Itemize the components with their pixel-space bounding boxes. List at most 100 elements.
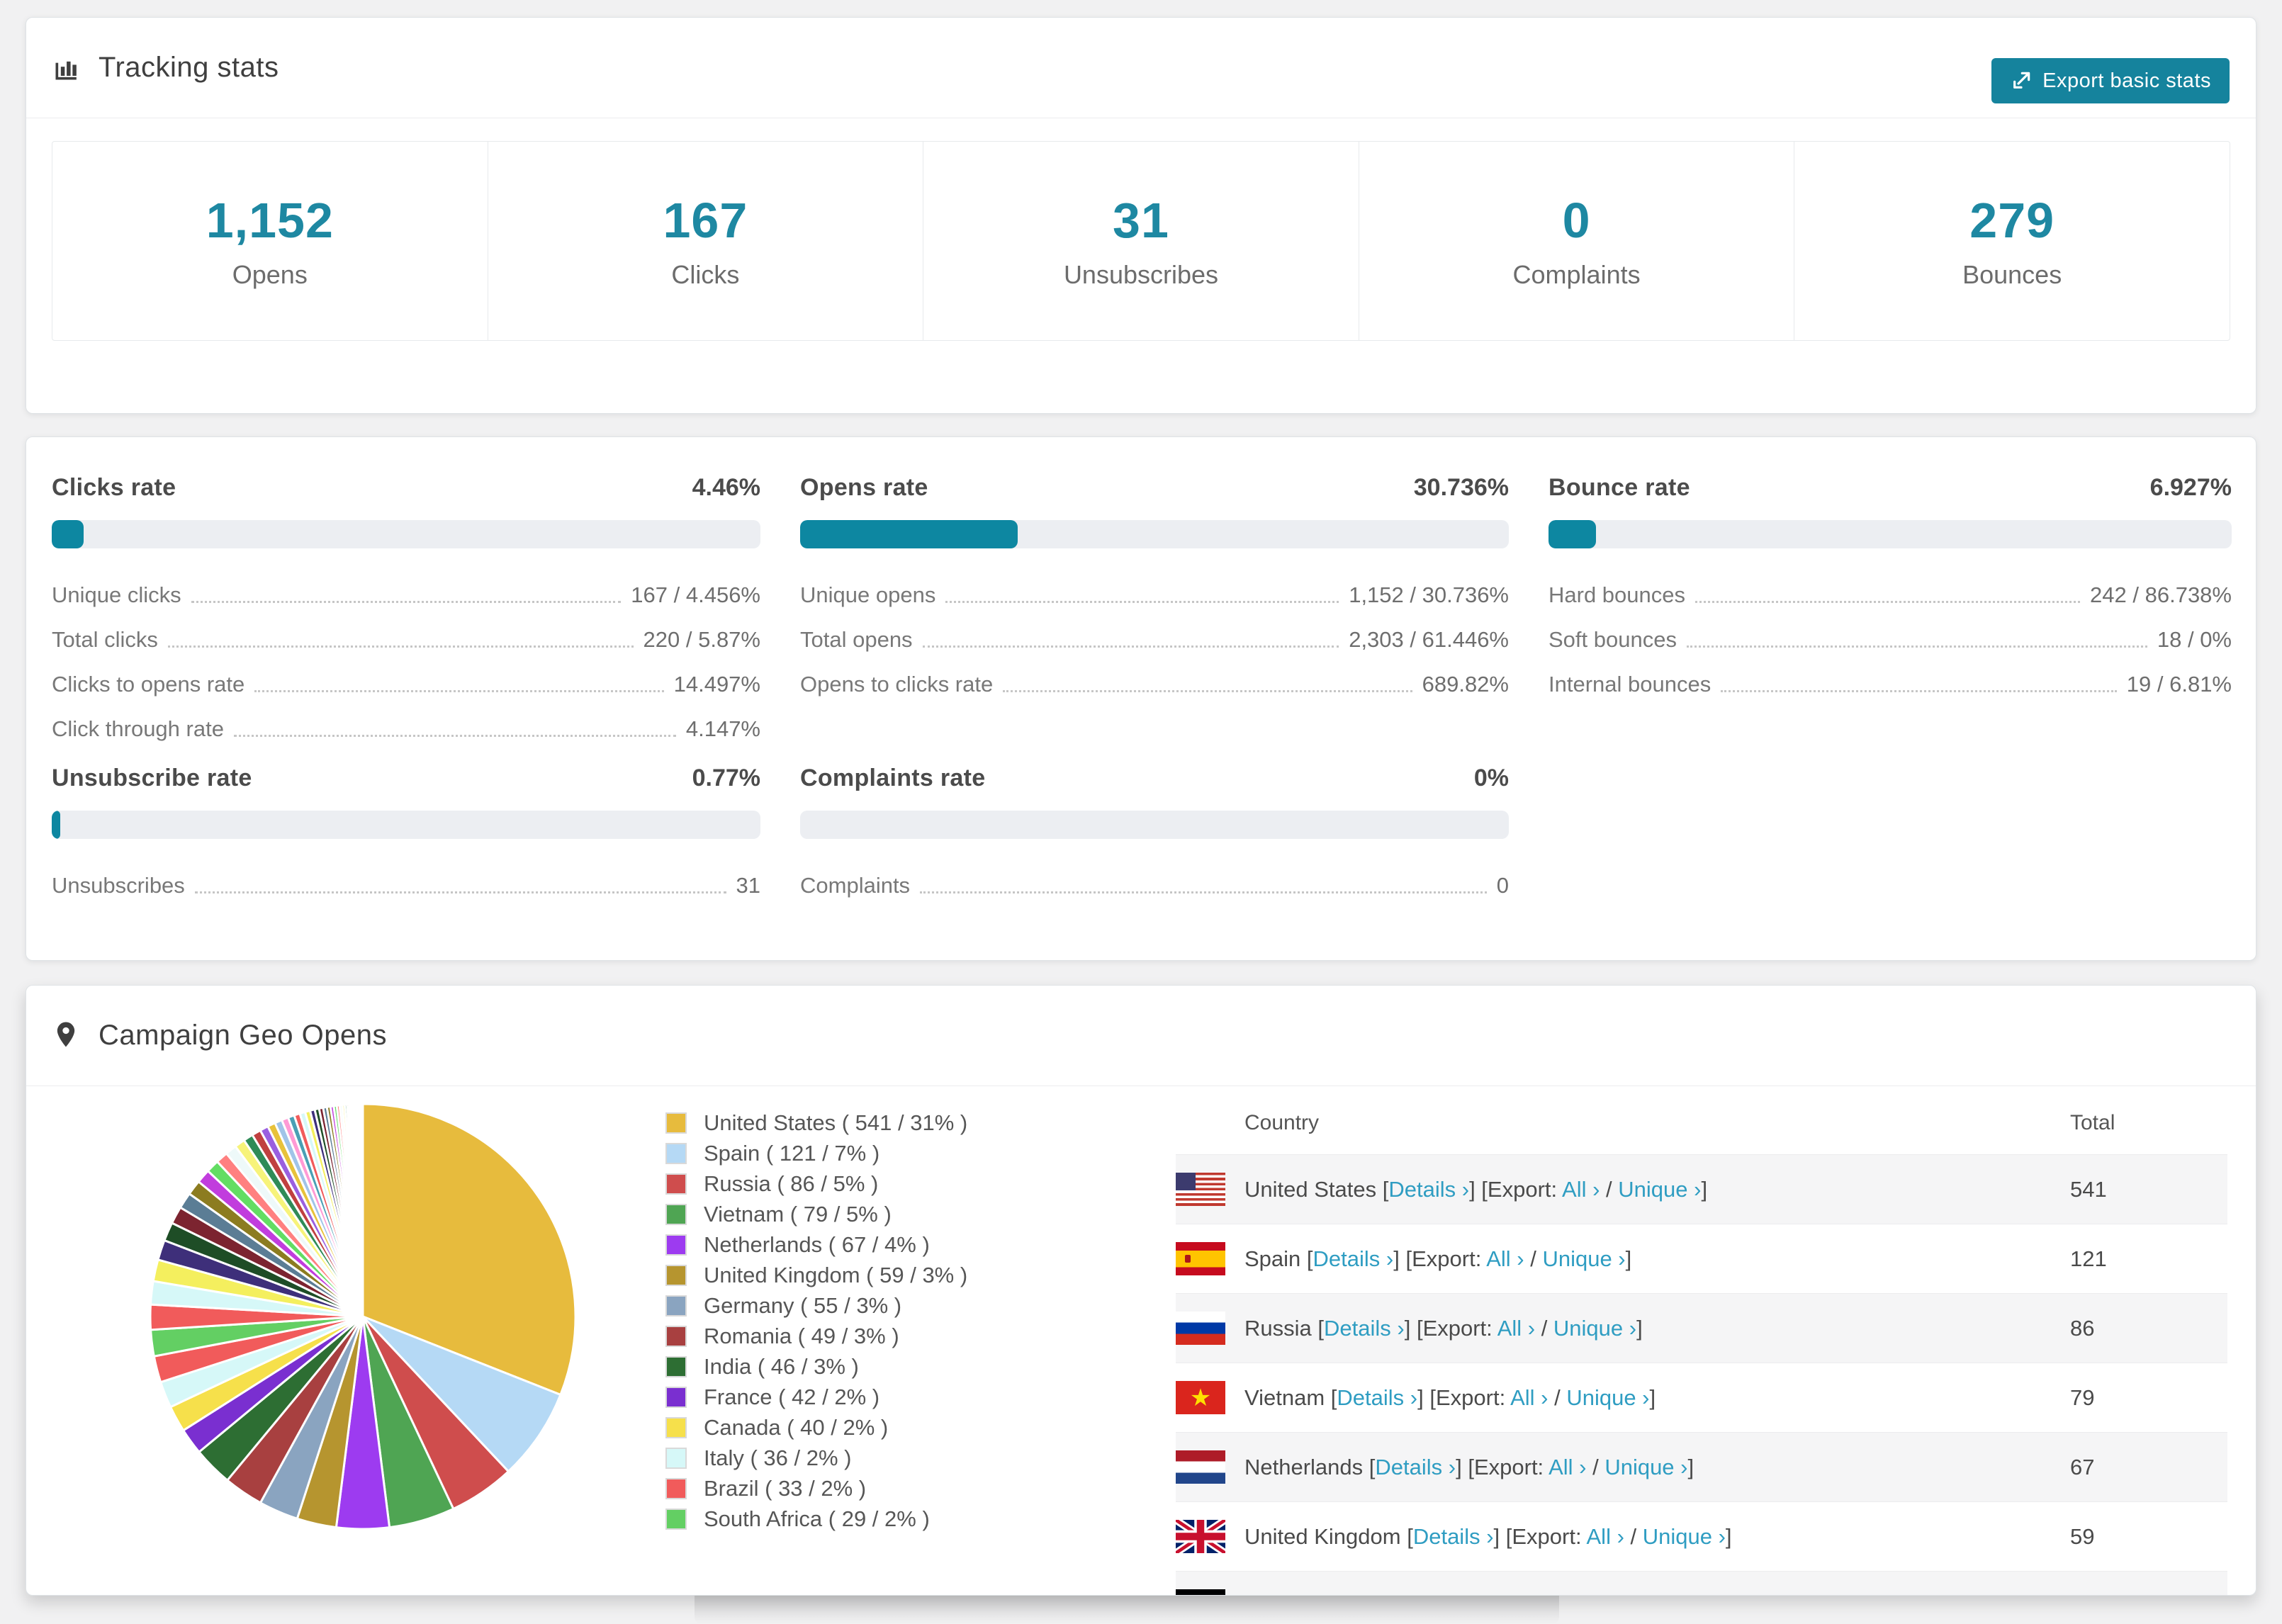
export-unique-link[interactable]: Unique › bbox=[1643, 1524, 1726, 1549]
metric-value: 4.147% bbox=[685, 716, 760, 741]
summary-stats-row: 1,152 Opens 167 Clicks 31 Unsubscribes 0… bbox=[52, 141, 2230, 341]
details-link[interactable]: Details › bbox=[1375, 1455, 1456, 1479]
metric-value: 19 / 6.81% bbox=[2126, 672, 2232, 697]
metric-value: 0 bbox=[1496, 873, 1509, 898]
export-all-link[interactable]: All › bbox=[1510, 1385, 1548, 1410]
table-row bbox=[1176, 1571, 2227, 1595]
rate-panel: Bounce rate 6.927% Hard bounces 242 / 86… bbox=[1548, 474, 2232, 716]
metric-value: 167 / 4.456% bbox=[631, 582, 760, 607]
details-link[interactable]: Details › bbox=[1324, 1316, 1405, 1341]
export-unique-link[interactable]: Unique › bbox=[1553, 1316, 1636, 1341]
export-unique-link[interactable]: Unique › bbox=[1542, 1246, 1625, 1271]
rate-metric-rows: Unique opens 1,152 / 30.736% Total opens… bbox=[800, 582, 1509, 697]
export-all-link[interactable]: All › bbox=[1562, 1177, 1600, 1202]
legend-label: Netherlands ( 67 / 4% ) bbox=[704, 1231, 930, 1257]
legend-item: Romania ( 49 / 3% ) bbox=[665, 1321, 967, 1351]
legend-swatch bbox=[665, 1386, 687, 1408]
dotted-leader bbox=[167, 645, 634, 648]
metric-row: Unique opens 1,152 / 30.736% bbox=[800, 582, 1509, 608]
progress-bar bbox=[1548, 520, 2232, 548]
page-title: Tracking stats bbox=[99, 52, 279, 83]
export-unique-link[interactable]: Unique › bbox=[1566, 1385, 1649, 1410]
export-prefix: [Export: bbox=[1405, 1246, 1487, 1271]
dotted-leader bbox=[922, 645, 1339, 648]
rate-value: 0% bbox=[1473, 765, 1509, 791]
metric-row: Opens to clicks rate 689.82% bbox=[800, 672, 1509, 697]
map-pin-icon bbox=[52, 1020, 83, 1051]
export-all-link[interactable]: All › bbox=[1587, 1524, 1624, 1549]
legend-swatch bbox=[665, 1142, 687, 1164]
legend-item: Vietnam ( 79 / 5% ) bbox=[665, 1199, 967, 1229]
stat-value: 31 bbox=[1113, 193, 1169, 248]
legend-item: Canada ( 40 / 2% ) bbox=[665, 1412, 967, 1443]
metric-label: Unsubscribes bbox=[52, 873, 185, 898]
export-unique-link[interactable]: Unique › bbox=[1604, 1455, 1687, 1479]
export-unique-link[interactable]: Unique › bbox=[1618, 1177, 1701, 1202]
table-row: United Kingdom [Details ›] [Export: All … bbox=[1176, 1501, 2227, 1571]
legend-item: Italy ( 36 / 2% ) bbox=[665, 1443, 967, 1473]
export-all-link[interactable]: All › bbox=[1497, 1316, 1535, 1341]
metric-label: Unique clicks bbox=[52, 582, 181, 607]
details-link[interactable]: Details › bbox=[1413, 1524, 1494, 1549]
stat-box: 31 Unsubscribes bbox=[923, 142, 1359, 340]
flag-us-icon bbox=[1176, 1173, 1225, 1206]
metric-value: 1,152 / 30.736% bbox=[1349, 582, 1509, 607]
metric-label: Clicks to opens rate bbox=[52, 672, 245, 697]
dotted-leader bbox=[1721, 690, 2117, 692]
legend-label: United States ( 541 / 31% ) bbox=[704, 1110, 968, 1135]
dotted-leader bbox=[1686, 645, 2147, 648]
export-all-link[interactable]: All › bbox=[1486, 1246, 1524, 1271]
flag-gb-icon bbox=[1176, 1520, 1225, 1553]
rate-title: Unsubscribe rate bbox=[52, 765, 252, 791]
export-basic-stats-button[interactable]: Export basic stats bbox=[1991, 58, 2230, 103]
rates-card: Clicks rate 4.46% Unique clicks 167 / 4.… bbox=[26, 436, 2256, 961]
legend-label: Spain ( 121 / 7% ) bbox=[704, 1140, 880, 1166]
rate-metric-rows: Unsubscribes 31 bbox=[52, 873, 760, 898]
total-cell: 86 bbox=[2070, 1315, 2095, 1341]
legend-label: Brazil ( 33 / 2% ) bbox=[704, 1475, 867, 1501]
legend-label: Russia ( 86 / 5% ) bbox=[704, 1171, 879, 1196]
country-name: Russia bbox=[1244, 1315, 1312, 1341]
dotted-leader bbox=[920, 891, 1487, 893]
legend-swatch bbox=[665, 1295, 687, 1316]
dotted-leader bbox=[191, 601, 622, 603]
legend-label: France ( 42 / 2% ) bbox=[704, 1384, 880, 1409]
country-cell: Netherlands [Details ›] [Export: All › /… bbox=[1244, 1454, 1694, 1479]
details-link[interactable]: Details › bbox=[1337, 1385, 1417, 1410]
stat-box: 1,152 Opens bbox=[52, 142, 488, 340]
progress-bar bbox=[52, 520, 760, 548]
country-cell: United States [Details ›] [Export: All ›… bbox=[1244, 1176, 1708, 1202]
rate-metric-rows: Hard bounces 242 / 86.738% Soft bounces … bbox=[1548, 582, 2232, 697]
export-prefix: [Export: bbox=[1429, 1385, 1511, 1410]
geo-table-header: Country Total bbox=[1176, 1092, 2227, 1154]
stat-value: 1,152 bbox=[206, 193, 334, 248]
legend-swatch bbox=[665, 1234, 687, 1256]
dotted-leader bbox=[194, 891, 726, 893]
stat-label: Bounces bbox=[1962, 260, 2062, 289]
progress-bar bbox=[800, 520, 1509, 548]
rate-metric-rows: Unique clicks 167 / 4.456% Total clicks … bbox=[52, 582, 760, 742]
details-link[interactable]: Details › bbox=[1313, 1246, 1394, 1271]
rate-panel: Unsubscribe rate 0.77% Unsubscribes 31 bbox=[52, 765, 760, 918]
details-link[interactable]: Details › bbox=[1388, 1177, 1469, 1202]
rate-panel: Opens rate 30.736% Unique opens 1,152 / … bbox=[800, 474, 1509, 716]
geo-opens-pie-chart bbox=[136, 1090, 590, 1543]
stat-label: Clicks bbox=[671, 260, 740, 289]
legend-item: France ( 42 / 2% ) bbox=[665, 1382, 967, 1412]
rate-title: Complaints rate bbox=[800, 765, 986, 791]
legend-swatch bbox=[665, 1173, 687, 1195]
metric-value: 242 / 86.738% bbox=[2090, 582, 2232, 607]
metric-row: Total opens 2,303 / 61.446% bbox=[800, 627, 1509, 653]
export-all-link[interactable]: All › bbox=[1548, 1455, 1586, 1479]
metric-row: Unsubscribes 31 bbox=[52, 873, 760, 898]
total-cell: 121 bbox=[2070, 1246, 2107, 1271]
flag-nl-icon bbox=[1176, 1450, 1225, 1484]
rate-value: 4.46% bbox=[692, 474, 760, 501]
legend-item: United Kingdom ( 59 / 3% ) bbox=[665, 1260, 967, 1290]
metric-value: 2,303 / 61.446% bbox=[1349, 627, 1509, 652]
metric-row: Complaints 0 bbox=[800, 873, 1509, 898]
campaign-geo-opens-card: Campaign Geo Opens United States ( 541 /… bbox=[26, 985, 2256, 1596]
progress-bar bbox=[800, 811, 1509, 839]
rate-value: 0.77% bbox=[692, 765, 760, 791]
flag-ru-icon bbox=[1176, 1312, 1225, 1345]
